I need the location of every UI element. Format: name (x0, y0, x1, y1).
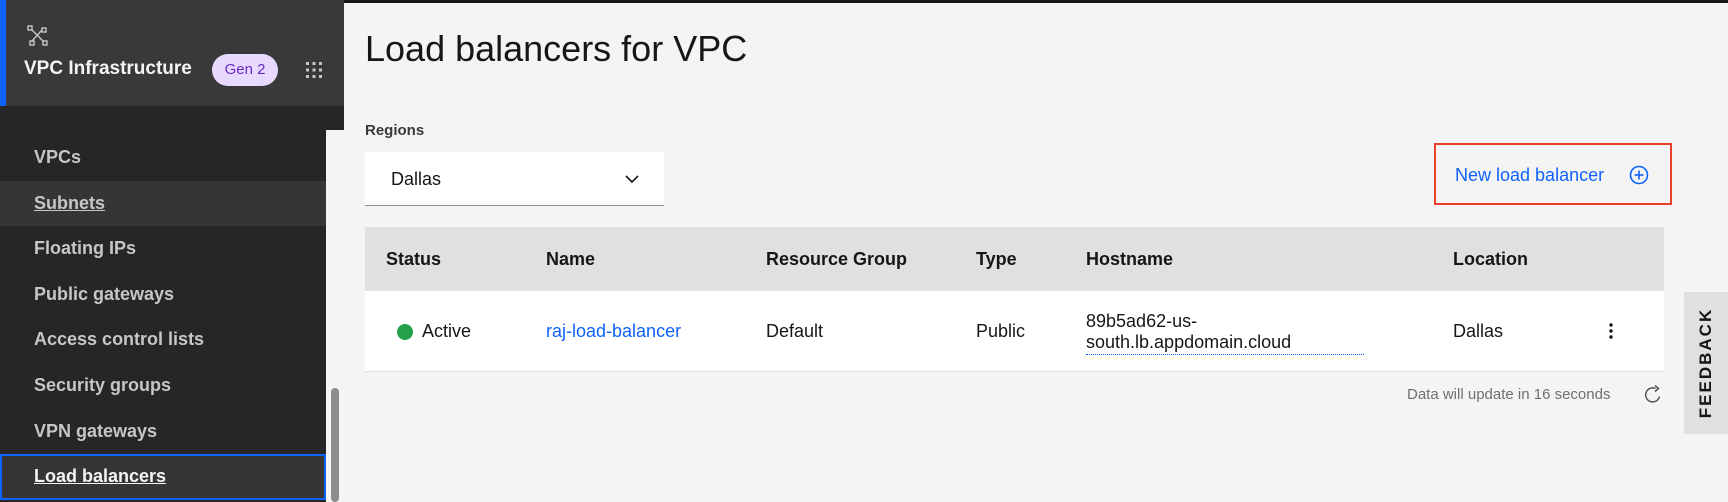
column-header-location[interactable]: Location (1453, 249, 1528, 270)
column-header-hostname[interactable]: Hostname (1086, 249, 1173, 270)
sidebar-item-label: Access control lists (34, 329, 205, 350)
resource-group-cell: Default (766, 321, 824, 341)
refresh-icon[interactable] (1642, 384, 1664, 406)
hostname-cell[interactable]: 89b5ad62-us- south.lb.appdomain.cloud (1086, 311, 1364, 355)
location-cell: Dallas (1453, 321, 1504, 341)
feedback-label: FEEDBACK (1696, 307, 1715, 419)
sidebar-item-vpcs[interactable]: VPCs (0, 135, 326, 181)
vpc-network-icon (27, 25, 48, 46)
hostname-line-2: south.lb.appdomain.cloud (1086, 332, 1292, 352)
sidebar-header: VPC Infrastructure Gen 2 (0, 0, 344, 106)
overflow-menu-icon[interactable] (1601, 321, 1621, 341)
add-circle-icon (1629, 165, 1649, 185)
sidebar-item-label: VPN gateways (34, 420, 158, 441)
status-active-icon (397, 324, 413, 340)
hostname-line-1: 89b5ad62-us- (1086, 311, 1198, 331)
generation-badge: Gen 2 (212, 54, 278, 86)
table-header: Status Name Resource Group Type Hostname… (365, 227, 1664, 291)
column-header-resource-group[interactable]: Resource Group (766, 249, 907, 270)
sidebar-item-load-balancers[interactable]: Load balancers (0, 454, 326, 500)
column-header-status[interactable]: Status (386, 249, 441, 270)
sidebar-item-subnets[interactable]: Subnets (0, 180, 326, 227)
column-header-name[interactable]: Name (546, 249, 595, 270)
sidebar-item-label: Public gateways (34, 283, 175, 304)
load-balancers-table: Status Name Resource Group Type Hostname… (365, 227, 1664, 372)
column-header-type[interactable]: Type (976, 249, 1017, 270)
sidebar-item-access-control-lists[interactable]: Access control lists (0, 317, 326, 363)
sidebar-item-label: Subnets (34, 192, 106, 213)
sidebar-item-label: Floating IPs (34, 238, 137, 259)
app-grid-icon[interactable] (304, 60, 324, 80)
data-update-status: Data will update in 16 seconds (1407, 386, 1611, 403)
sidebar-item-label: VPCs (34, 147, 82, 167)
sidebar-item-security-groups[interactable]: Security groups (0, 363, 326, 409)
load-balancer-name-link[interactable]: raj-load-balancer (546, 321, 681, 342)
region-dropdown[interactable]: Dallas (365, 152, 664, 206)
new-load-balancer-button[interactable]: New load balancer (1434, 143, 1672, 205)
new-load-balancer-label: New load balancer (1455, 165, 1605, 185)
sidebar: VPC Infrastructure Gen 2 VPCs Subnets Fl… (0, 0, 344, 502)
sidebar-item-label: Load balancers (34, 466, 167, 487)
chevron-down-icon (625, 175, 639, 184)
sidebar-item-public-gateways[interactable]: Public gateways (0, 272, 326, 318)
status-text: Active (422, 321, 472, 341)
app-title: VPC Infrastructure (24, 58, 192, 79)
sidebar-menu: VPCs Subnets Floating IPs Public gateway… (0, 135, 326, 500)
sidebar-item-floating-ips[interactable]: Floating IPs (0, 226, 326, 272)
page-title: Load balancers for VPC (365, 28, 748, 69)
sidebar-item-vpn-gateways[interactable]: VPN gateways (0, 409, 326, 455)
feedback-tab[interactable]: FEEDBACK (1684, 292, 1728, 434)
sidebar-item-label: Security groups (34, 374, 172, 395)
region-selected-value: Dallas (391, 169, 442, 189)
type-cell: Public (976, 321, 1026, 341)
top-border (344, 0, 1728, 3)
regions-label: Regions (365, 122, 425, 139)
table-row: Active raj-load-balancer Default Public … (365, 291, 1664, 372)
sidebar-scrollbar-thumb[interactable] (331, 388, 339, 502)
